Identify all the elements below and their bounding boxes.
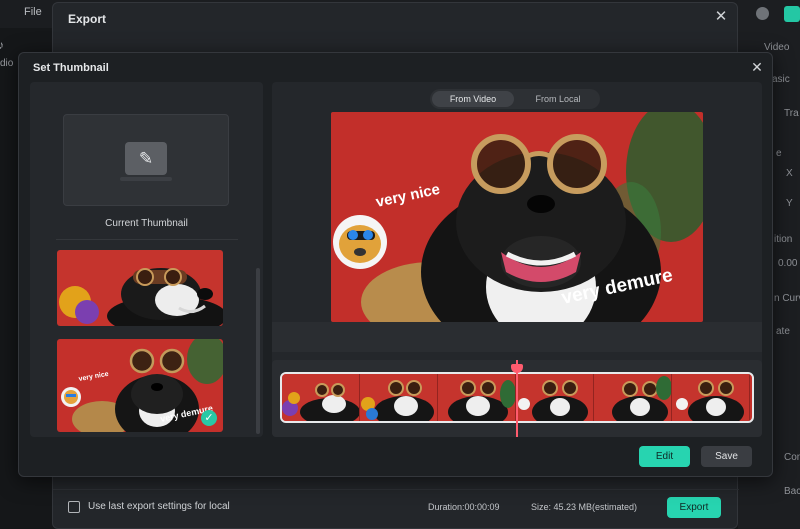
- edit-icon-shadow: [120, 177, 172, 181]
- prop-curve: n Curv: [774, 293, 800, 304]
- edit-button[interactable]: Edit: [639, 446, 690, 467]
- thumbnail-option-1[interactable]: [57, 250, 223, 326]
- export-dialog-title: Export: [68, 12, 107, 26]
- avatar[interactable]: [756, 7, 769, 20]
- export-footer: Use last export settings for local Durat…: [53, 489, 739, 529]
- prop-bac: Bac: [784, 486, 800, 497]
- export-top-button[interactable]: [784, 6, 800, 22]
- thumbnail-preview: very nice very demure: [331, 112, 703, 322]
- save-button[interactable]: Save: [701, 446, 752, 467]
- export-button[interactable]: Export: [667, 497, 721, 518]
- audio-icon: ♪: [0, 38, 4, 52]
- set-thumbnail-dialog: Set Thumbnail ✕ ✎ Current Thumbnail very…: [18, 52, 773, 477]
- prop-transform: Tra: [784, 108, 799, 119]
- filmstrip-frame: [282, 374, 360, 421]
- filmstrip-frame: [438, 374, 516, 421]
- duration-text: Duration:00:00:09: [428, 502, 500, 512]
- dog-frame-stickers-image: very nice very demure: [57, 339, 223, 432]
- prop-value: 0.00: [778, 258, 798, 269]
- dog-preview-image: very nice very demure: [331, 112, 703, 322]
- filmstrip-frame: [516, 374, 594, 421]
- filmstrip-frame: [594, 374, 672, 421]
- set-thumbnail-title: Set Thumbnail: [33, 62, 109, 74]
- current-thumbnail-label: Current Thumbnail: [105, 218, 188, 229]
- tab-from-video[interactable]: From Video: [432, 91, 514, 107]
- preview-controls-bar: [272, 322, 762, 352]
- prop-rotate: ate: [776, 326, 790, 337]
- prop-basic[interactable]: asic: [772, 74, 790, 85]
- filmstrip-frame: [360, 374, 438, 421]
- source-tabs: From Video From Local: [430, 89, 600, 109]
- tab-from-local[interactable]: From Local: [518, 91, 598, 107]
- frame-timeline[interactable]: [272, 360, 762, 437]
- thumbnail-option-2-selected[interactable]: very nice very demure ✓: [57, 339, 223, 432]
- prop-position: ition: [774, 234, 793, 245]
- size-text: Size: 45.23 MB(estimated): [531, 502, 638, 512]
- use-last-settings-label[interactable]: Use last export settings for local: [88, 501, 230, 512]
- current-thumbnail-box[interactable]: ✎: [63, 114, 229, 206]
- use-last-settings-checkbox[interactable]: [68, 501, 80, 513]
- edit-icon: ✎: [125, 142, 167, 175]
- prop-y: Y: [786, 198, 793, 209]
- scrollbar[interactable]: [256, 268, 260, 434]
- close-icon[interactable]: ✕: [750, 60, 764, 74]
- left-panel-label: dio: [0, 58, 14, 69]
- close-icon[interactable]: ✕: [713, 9, 729, 25]
- prop-scale: e: [776, 148, 782, 159]
- prop-con: Con: [784, 452, 800, 463]
- selected-check-icon: ✓: [201, 410, 217, 426]
- dog-frame-image: [57, 250, 223, 326]
- thumbnail-preview-panel: From Video From Local very nice very dem…: [272, 82, 762, 437]
- filmstrip-frame: [672, 374, 750, 421]
- divider: [56, 239, 238, 240]
- menu-file[interactable]: File: [24, 6, 42, 18]
- prop-x: X: [786, 168, 793, 179]
- thumbnail-list-panel: ✎ Current Thumbnail very nice very demur…: [30, 82, 263, 437]
